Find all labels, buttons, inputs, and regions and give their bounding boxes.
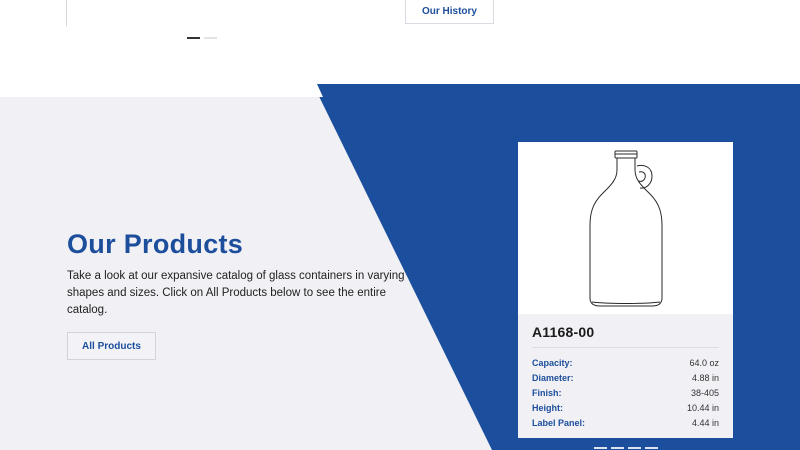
divider xyxy=(532,347,719,348)
spec-row-capacity: Capacity: 64.0 oz xyxy=(532,355,719,370)
spec-value: 10.44 in xyxy=(686,402,719,413)
carousel-dot[interactable] xyxy=(645,447,658,449)
product-sku: A1168-00 xyxy=(532,324,595,340)
spec-value: 4.44 in xyxy=(691,417,719,428)
spec-label: Finish: xyxy=(532,387,562,398)
carousel-dot[interactable] xyxy=(628,447,641,449)
carousel-dot[interactable] xyxy=(204,37,217,39)
product-image xyxy=(518,142,733,314)
spec-label: Capacity: xyxy=(532,357,573,368)
spec-value: 4.88 in xyxy=(691,372,719,383)
spec-row-finish: Finish: 38-405 xyxy=(532,385,719,400)
page: Our History Our Products Take a look at … xyxy=(0,0,800,450)
product-card[interactable]: A1168-00 Capacity: 64.0 oz Diameter: 4.8… xyxy=(518,142,733,438)
spec-row-label-panel: Label Panel: 4.44 in xyxy=(532,415,719,430)
spec-row-height: Height: 10.44 in xyxy=(532,400,719,415)
carousel-dot[interactable] xyxy=(611,447,624,449)
all-products-button[interactable]: All Products xyxy=(67,332,156,360)
carousel-dot[interactable] xyxy=(594,447,607,449)
products-heading: Our Products xyxy=(67,229,244,259)
spec-value: 64.0 oz xyxy=(689,357,719,368)
product-carousel-indicators xyxy=(594,447,658,449)
spec-label: Height: xyxy=(532,402,563,413)
history-section: Our History xyxy=(0,0,800,84)
divider xyxy=(66,0,67,26)
our-history-button[interactable]: Our History xyxy=(405,0,494,24)
spec-label: Label Panel: xyxy=(532,417,586,428)
spec-value: 38-405 xyxy=(690,387,719,398)
history-carousel-indicators xyxy=(187,37,217,39)
carousel-dot-active[interactable] xyxy=(187,37,200,39)
product-details: A1168-00 Capacity: 64.0 oz Diameter: 4.8… xyxy=(518,314,733,438)
jug-with-handle-icon xyxy=(589,150,663,307)
products-description: Take a look at our expansive catalog of … xyxy=(67,270,405,316)
products-section: Our Products Take a look at our expansiv… xyxy=(0,84,800,450)
spec-row-diameter: Diameter: 4.88 in xyxy=(532,370,719,385)
spec-label: Diameter: xyxy=(532,372,574,383)
